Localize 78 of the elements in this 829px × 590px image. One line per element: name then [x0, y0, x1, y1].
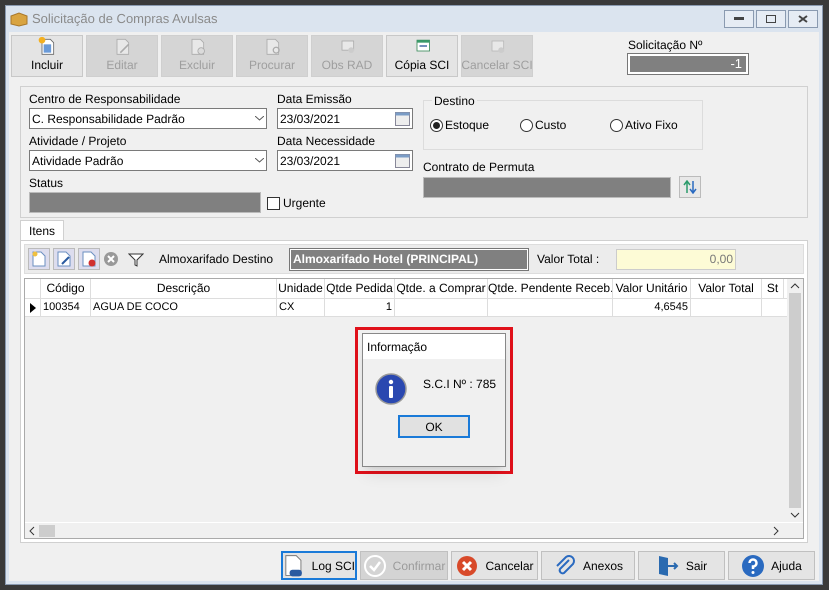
- add-item-button[interactable]: [28, 248, 50, 270]
- field-label: Atividade / Projeto: [29, 133, 128, 150]
- horizontal-scrollbar[interactable]: [25, 522, 803, 538]
- calendar-icon[interactable]: [395, 153, 410, 168]
- calendar-icon[interactable]: [395, 111, 410, 126]
- column-header[interactable]: Qtde Pedida: [325, 279, 395, 298]
- warehouse-field: Almoxarifado Hotel (PRINCIPAL): [290, 248, 528, 270]
- chevron-down-icon: [255, 116, 264, 121]
- page-pencil-icon: [57, 251, 71, 267]
- sort-button[interactable]: [679, 176, 701, 198]
- field-label: Data Emissão: [277, 91, 353, 108]
- footer-button[interactable]: Anexos: [541, 551, 635, 580]
- column-header[interactable]: Qtde. a Comprar: [395, 279, 488, 298]
- remove-item-button[interactable]: [78, 248, 100, 270]
- close-icon: [798, 15, 808, 23]
- clear-icon[interactable]: [103, 251, 119, 267]
- edit-item-button[interactable]: [53, 248, 75, 270]
- field-label: Centro de Responsabilidade: [29, 91, 182, 108]
- date-field[interactable]: 23/03/2021: [277, 150, 413, 171]
- radio-button[interactable]: [610, 118, 623, 132]
- radio-label: Estoque: [445, 117, 490, 134]
- radio-button[interactable]: [430, 118, 443, 132]
- column-header[interactable]: Valor Unitário: [613, 279, 691, 298]
- checkbox-label: Urgente: [283, 195, 326, 212]
- info-icon: [375, 373, 407, 405]
- field-label: Contrato de Permuta: [423, 159, 536, 176]
- checkbox[interactable]: [267, 196, 280, 210]
- field-label: Data Necessidade: [277, 133, 376, 150]
- table-cell: 4,6545: [613, 299, 691, 316]
- close-button[interactable]: [788, 10, 818, 28]
- footer-button[interactable]: Sair: [638, 551, 725, 580]
- check-icon: [362, 554, 387, 578]
- column-header[interactable]: St: [762, 279, 784, 298]
- box-icon: [10, 11, 28, 27]
- field-label: Valor Total :: [537, 251, 600, 268]
- toolbar-button[interactable]: Incluir: [11, 35, 83, 77]
- scroll-thumb[interactable]: [39, 524, 55, 536]
- help-icon: [741, 554, 766, 578]
- filter-icon[interactable]: [128, 251, 144, 267]
- column-header[interactable]: Unidade: [277, 279, 325, 298]
- radio-label: Ativo Fixo: [625, 117, 678, 134]
- maximize-button[interactable]: [756, 10, 786, 28]
- column-header[interactable]: Qtde. Pendente Receb.: [488, 279, 613, 298]
- maximize-icon: [766, 15, 776, 23]
- field-label: Solicitação Nº: [628, 37, 704, 54]
- column-header[interactable]: Descrição: [91, 279, 277, 298]
- window-title: Solicitação de Compras Avulsas: [32, 10, 218, 28]
- table-cell: 1: [325, 299, 395, 316]
- radio-label: Custo: [535, 117, 566, 134]
- field-label: Status: [29, 175, 64, 192]
- dialog-title: Informação: [367, 338, 428, 356]
- date-field[interactable]: 23/03/2021: [277, 108, 413, 129]
- page-delete-icon: [82, 251, 96, 267]
- up-down-arrows-icon: [683, 180, 697, 194]
- ok-button[interactable]: OK: [398, 415, 470, 438]
- footer-button[interactable]: Ajuda: [728, 551, 815, 580]
- request-number-field: -1: [628, 54, 748, 74]
- column-header[interactable]: Código: [41, 279, 91, 298]
- chevron-down-icon: [255, 158, 264, 163]
- scroll-thumb[interactable]: [789, 293, 801, 508]
- toolbar-button[interactable]: Cópia SCI: [386, 35, 458, 77]
- table-cell: CX: [277, 299, 325, 316]
- footer-button[interactable]: Log SCI: [281, 551, 357, 580]
- dropdown-field[interactable]: Atividade Padrão: [29, 150, 267, 171]
- total-field: 0,00: [616, 248, 736, 270]
- footer-button[interactable]: Cancelar: [451, 551, 538, 580]
- table-cell: AGUA DE COCO: [91, 299, 277, 316]
- page-icon: [32, 251, 46, 267]
- dialog-message: S.C.I Nº : 785: [423, 376, 496, 393]
- cancel-icon: [455, 554, 480, 578]
- column-header[interactable]: Valor Total: [691, 279, 762, 298]
- table-cell: 100354: [41, 299, 91, 316]
- radio-button[interactable]: [520, 118, 533, 132]
- minimize-icon: [734, 17, 744, 21]
- field-label: Almoxarifado Destino: [159, 251, 274, 268]
- tab[interactable]: Itens: [20, 220, 64, 240]
- minimize-button[interactable]: [724, 10, 754, 28]
- dropdown-field[interactable]: C. Responsabilidade Padrão: [29, 108, 267, 129]
